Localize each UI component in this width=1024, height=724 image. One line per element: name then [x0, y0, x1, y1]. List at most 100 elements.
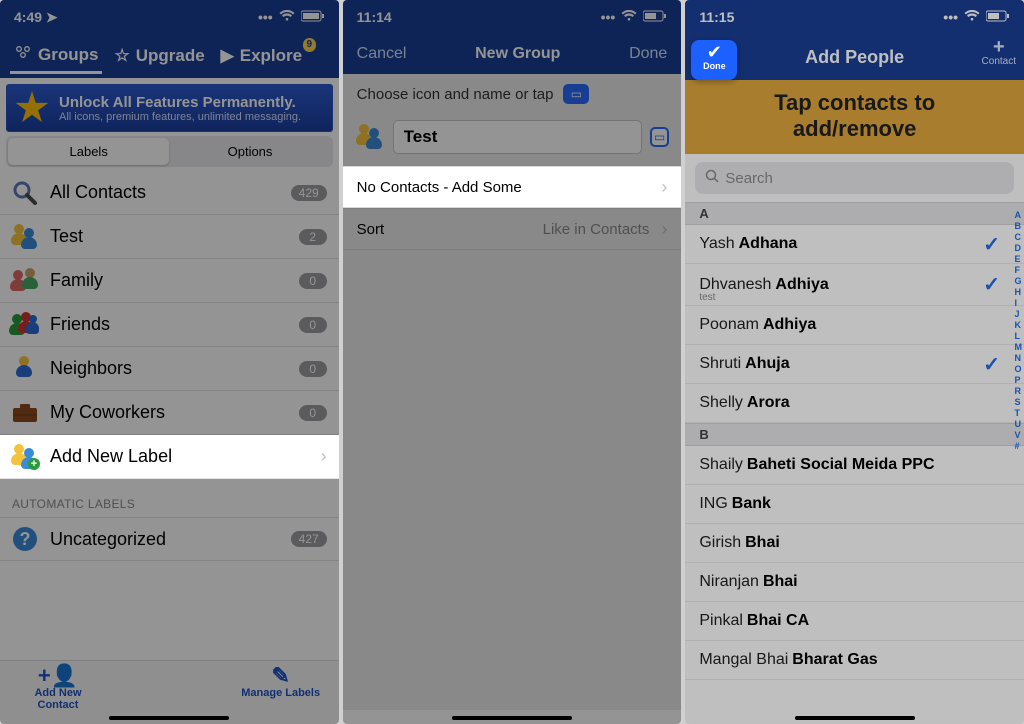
index-letter[interactable]: M — [1015, 342, 1023, 352]
contact-row[interactable]: ShellyArora — [685, 384, 1024, 423]
battery-icon — [986, 9, 1010, 25]
labels-list: All Contacts 429 Test 2 Family 0 Friends… — [0, 171, 339, 479]
seg-options[interactable]: Options — [169, 138, 330, 165]
book-icon[interactable]: ▭ — [650, 127, 670, 147]
index-letter[interactable]: H — [1015, 287, 1023, 297]
contact-row[interactable]: Mangal BhaiBharat Gas — [685, 641, 1024, 680]
contact-row[interactable]: ShailyBaheti Social Meida PPC — [685, 446, 1024, 485]
done-button[interactable]: Done — [629, 45, 667, 63]
sort-label: Sort — [357, 221, 385, 238]
index-letter[interactable]: I — [1015, 298, 1023, 308]
label-row-family[interactable]: Family 0 — [0, 259, 339, 303]
contact-first: Shaily — [699, 456, 743, 474]
group-name-row: ▭ — [343, 114, 682, 166]
add-new-label-row[interactable]: + Add New Label › — [0, 435, 339, 479]
home-indicator — [109, 716, 229, 720]
label-row-uncategorized[interactable]: ? Uncategorized 427 — [0, 517, 339, 561]
label-count: 0 — [299, 405, 327, 421]
contact-row[interactable]: DhvaneshAdhiya✓test — [685, 264, 1024, 306]
add-contact-button[interactable]: + Contact — [982, 38, 1016, 67]
tab-explore[interactable]: ▶ Explore 9 — [217, 40, 306, 72]
contact-row[interactable]: INGBank — [685, 485, 1024, 524]
index-letter[interactable]: B — [1015, 221, 1023, 231]
index-letter[interactable]: R — [1015, 386, 1023, 396]
label-row-neighbors[interactable]: Neighbors 0 — [0, 347, 339, 391]
promo-subtitle: All icons, premium features, unlimited m… — [59, 111, 301, 123]
star-icon: ☆ — [114, 46, 129, 66]
seg-labels[interactable]: Labels — [8, 138, 169, 165]
index-letter[interactable]: F — [1015, 265, 1023, 275]
label-name: All Contacts — [50, 182, 291, 203]
done-button[interactable]: ✔ Done — [691, 40, 737, 80]
label-count: 427 — [291, 531, 327, 547]
index-letter[interactable]: P — [1015, 375, 1023, 385]
contact-row[interactable]: PinkalBhai CA — [685, 602, 1024, 641]
chevron-right-icon: › — [661, 177, 667, 198]
index-letter[interactable]: O — [1015, 364, 1023, 374]
promo-star-icon — [15, 91, 49, 125]
index-letter[interactable]: V — [1015, 430, 1023, 440]
add-contact-button[interactable]: +👤 Add New Contact — [18, 665, 98, 724]
tab-groups[interactable]: Groups — [10, 38, 102, 74]
briefcase-icon — [8, 396, 42, 430]
index-letter[interactable]: K — [1015, 320, 1023, 330]
svg-text:?: ? — [20, 529, 31, 549]
index-letter[interactable]: C — [1015, 232, 1023, 242]
index-letter[interactable]: A — [1015, 210, 1023, 220]
index-letter[interactable]: L — [1015, 331, 1023, 341]
contact-first: Dhvanesh — [699, 276, 771, 294]
tab-explore-label: Explore — [240, 46, 302, 66]
index-letter[interactable]: T — [1015, 408, 1023, 418]
group-icon[interactable] — [355, 124, 385, 150]
manage-labels-button[interactable]: ✎ Manage Labels — [241, 665, 321, 724]
contact-first: Yash — [699, 235, 734, 253]
contact-row[interactable]: GirishBhai — [685, 524, 1024, 563]
search-input[interactable]: Search — [695, 162, 1014, 194]
label-name: My Coworkers — [50, 402, 299, 423]
index-letter[interactable]: E — [1015, 254, 1023, 264]
index-letter[interactable]: J — [1015, 309, 1023, 319]
label-count: 429 — [291, 185, 327, 201]
index-letter[interactable]: # — [1015, 441, 1023, 451]
label-count: 2 — [299, 229, 327, 245]
home-indicator — [795, 716, 915, 720]
index-letter[interactable]: D — [1015, 243, 1023, 253]
index-letter[interactable]: S — [1015, 397, 1023, 407]
question-icon: ? — [8, 522, 42, 556]
contact-row[interactable]: YashAdhana✓ — [685, 225, 1024, 264]
label-row-coworkers[interactable]: My Coworkers 0 — [0, 391, 339, 435]
cancel-button[interactable]: Cancel — [357, 45, 407, 63]
sort-row[interactable]: Sort Like in Contacts› — [343, 208, 682, 250]
alpha-index[interactable]: ABCDEFGHIJKLMNOPRSTUV# — [1015, 210, 1023, 451]
index-letter[interactable]: U — [1015, 419, 1023, 429]
chevron-right-icon: › — [661, 219, 667, 240]
footer-bar: +👤 Add New Contact ✎ Manage Labels — [0, 660, 339, 724]
contact-row[interactable]: NiranjanBhai — [685, 563, 1024, 602]
search-icon — [705, 169, 719, 187]
tab-upgrade[interactable]: ☆ Upgrade — [110, 40, 208, 72]
done-label: Done — [691, 61, 737, 71]
label-name: Uncategorized — [50, 529, 291, 550]
label-row-friends[interactable]: Friends 0 — [0, 303, 339, 347]
contact-row[interactable]: PoonamAdhiya — [685, 306, 1024, 345]
screen-new-group: 11:14 ••• Cancel New Group Done Choose i… — [343, 0, 682, 724]
segmented-control[interactable]: Labels Options — [6, 136, 333, 167]
no-contacts-row[interactable]: No Contacts - Add Some › — [343, 166, 682, 208]
status-bar: 11:15 ••• — [685, 0, 1024, 34]
nav-title: Add People — [805, 47, 904, 68]
label-name: Family — [50, 270, 299, 291]
status-bar: 4:49 ➤ ••• — [0, 0, 339, 34]
group-name-input[interactable] — [393, 120, 642, 154]
index-letter[interactable]: G — [1015, 276, 1023, 286]
contact-last: Bank — [732, 495, 771, 513]
contact-last: Ahuja — [745, 355, 789, 373]
contact-row[interactable]: ShrutiAhuja✓ — [685, 345, 1024, 384]
contacts-book-icon[interactable]: ▭ — [563, 84, 589, 104]
index-letter[interactable]: N — [1015, 353, 1023, 363]
status-time: 11:15 — [699, 9, 734, 25]
label-row-all[interactable]: All Contacts 429 — [0, 171, 339, 215]
contact-last: Adhiya — [775, 276, 828, 294]
promo-banner[interactable]: Unlock All Features Permanently. All ico… — [6, 84, 333, 132]
screen-groups: 4:49 ➤ ••• Groups ☆ Upgrade — [0, 0, 339, 724]
label-row-test[interactable]: Test 2 — [0, 215, 339, 259]
